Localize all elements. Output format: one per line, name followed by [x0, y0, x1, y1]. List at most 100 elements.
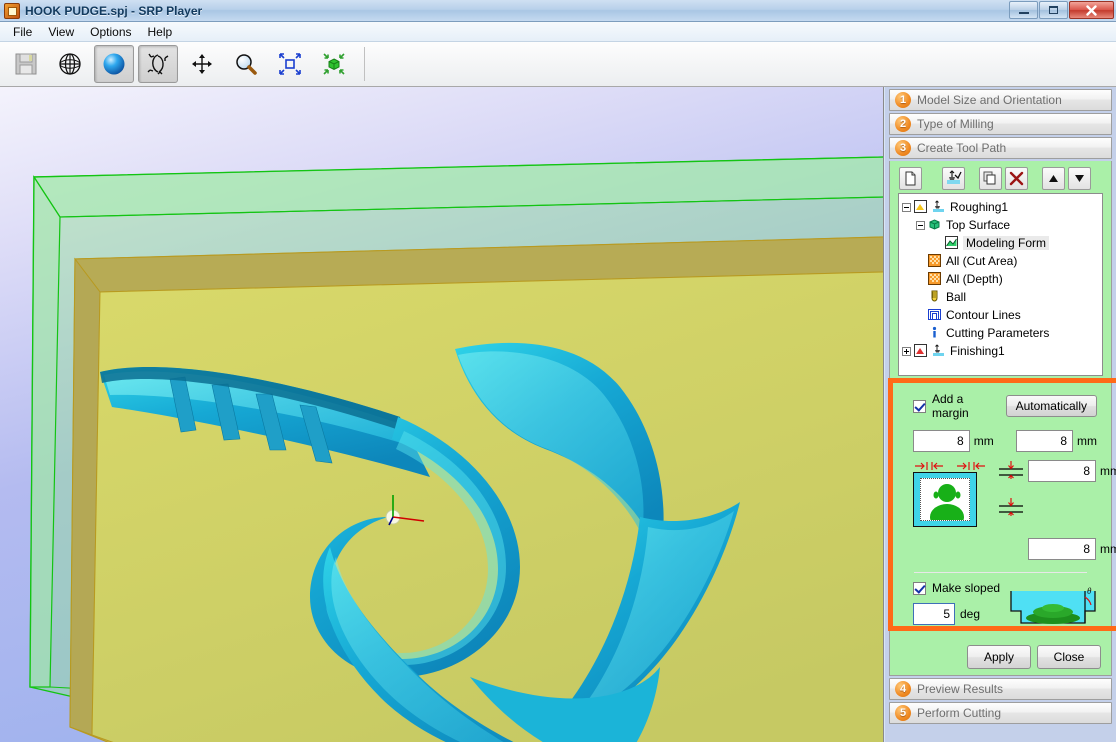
cube-icon	[928, 218, 942, 232]
margin-preview-column	[913, 460, 995, 527]
generate-toolpath-button[interactable]	[942, 166, 965, 190]
margin-preview-area: 8 mm 8 mm	[913, 460, 1116, 560]
delete-button[interactable]	[1005, 166, 1028, 190]
automatically-button[interactable]: Automatically	[1005, 395, 1097, 417]
step-number-2: 2	[895, 116, 911, 132]
vertical-margin-braces	[999, 460, 1025, 517]
duplicate-button[interactable]	[979, 166, 1002, 190]
app-icon	[4, 2, 20, 19]
step-perform-cutting[interactable]: 5 Perform Cutting	[889, 702, 1112, 724]
step-number-1: 1	[895, 92, 911, 108]
toolbar-separator	[364, 47, 365, 81]
expander-minus-icon[interactable]	[902, 202, 911, 212]
expander-minus-icon[interactable]	[916, 220, 925, 230]
margin-arrow-indicators	[913, 460, 995, 472]
shaded-view-button[interactable]	[94, 45, 134, 83]
wizard-panel: 1 Model Size and Orientation 2 Type of M…	[885, 87, 1116, 742]
tree-item-ball[interactable]: Ball	[902, 288, 1102, 306]
wireframe-view-button[interactable]	[50, 45, 90, 83]
make-sloped-row: Make sloped	[913, 581, 1009, 595]
action-buttons: Apply Close	[890, 645, 1101, 669]
pan-tool-button[interactable]	[182, 45, 222, 83]
contour-lines-icon	[928, 308, 942, 322]
step-create-tool-path[interactable]: 3 Create Tool Path	[889, 137, 1112, 159]
close-button-panel[interactable]: Close	[1037, 645, 1101, 669]
create-tool-path-body: Roughing1 Top Surface Modeling Form All …	[888, 161, 1116, 676]
add-margin-checkbox[interactable]	[913, 399, 926, 413]
step-number-3: 3	[895, 140, 911, 156]
section-divider	[914, 572, 1087, 573]
preview-inner	[920, 478, 970, 521]
horizontal-margin-fields: 8 mm 8 mm	[913, 430, 1097, 452]
tree-label: Top Surface	[946, 218, 1011, 232]
tree-item-cutting-parameters[interactable]: Cutting Parameters	[902, 324, 1102, 342]
margin-bottom-row: 8 mm	[1028, 538, 1116, 560]
margin-top-unit: mm	[1100, 464, 1116, 478]
tree-label: Roughing1	[950, 200, 1009, 214]
title-bar: HOOK PUDGE.spj - SRP Player	[0, 0, 1116, 22]
slope-angle-input[interactable]: 5	[913, 603, 955, 625]
tree-item-roughing1[interactable]: Roughing1	[902, 198, 1102, 216]
menu-help[interactable]: Help	[140, 23, 181, 41]
tree-label: Cutting Parameters	[946, 326, 1050, 340]
menu-view[interactable]: View	[40, 23, 82, 41]
make-sloped-checkbox[interactable]	[913, 581, 926, 595]
tree-item-contour-lines[interactable]: Contour Lines	[902, 306, 1102, 324]
step-label-3: Create Tool Path	[917, 141, 1007, 155]
margin-left-unit: mm	[973, 434, 994, 448]
tree-item-all-cut-area[interactable]: All (Cut Area)	[902, 252, 1102, 270]
window-title: HOOK PUDGE.spj - SRP Player	[25, 3, 203, 18]
tree-item-top-surface[interactable]: Top Surface	[902, 216, 1102, 234]
tool-path-tree[interactable]: Roughing1 Top Surface Modeling Form All …	[898, 193, 1103, 376]
step-preview-results[interactable]: 4 Preview Results	[889, 678, 1112, 700]
step-label-2: Type of Milling	[917, 117, 994, 131]
step-label-4: Preview Results	[917, 682, 1004, 696]
milling-op-icon	[932, 200, 946, 214]
tree-item-finishing1[interactable]: Finishing1	[902, 342, 1102, 360]
margin-bottom-unit: mm	[1100, 542, 1116, 556]
maximize-button[interactable]	[1039, 1, 1068, 19]
new-toolpath-button[interactable]	[899, 166, 922, 190]
margin-left-input[interactable]: 8	[913, 430, 970, 452]
save-button[interactable]	[6, 45, 46, 83]
top-margin-brace	[999, 461, 1023, 479]
tree-label-selected: Modeling Form	[963, 236, 1050, 250]
add-margin-row: Add a margin Automatically	[913, 392, 1097, 420]
vertical-margin-fields: 8 mm 8 mm	[1028, 460, 1116, 560]
margin-right-input[interactable]: 8	[1016, 430, 1073, 452]
3d-model-viewport[interactable]	[0, 87, 884, 742]
margin-right-unit: mm	[1077, 434, 1097, 448]
zoom-tool-button[interactable]	[226, 45, 266, 83]
step-model-size-and-orientation[interactable]: 1 Model Size and Orientation	[889, 89, 1112, 111]
tree-item-modeling-form[interactable]: Modeling Form	[902, 234, 1102, 252]
step-label-1: Model Size and Orientation	[917, 93, 1062, 107]
modeling-form-icon	[945, 236, 959, 250]
margin-bottom-input[interactable]: 8	[1028, 538, 1096, 560]
step-number-4: 4	[895, 681, 911, 697]
reset-view-button[interactable]	[314, 45, 354, 83]
step-label-5: Perform Cutting	[917, 706, 1002, 720]
tree-toolbar	[890, 165, 1111, 191]
close-button[interactable]	[1069, 1, 1114, 19]
fit-to-window-button[interactable]	[270, 45, 310, 83]
move-down-button[interactable]	[1068, 166, 1091, 190]
depth-icon	[928, 272, 942, 286]
margin-top-input[interactable]: 8	[1028, 460, 1096, 482]
add-margin-label: Add a margin	[932, 392, 969, 420]
move-up-button[interactable]	[1042, 166, 1065, 190]
tree-item-all-depth[interactable]: All (Depth)	[902, 270, 1102, 288]
menu-file[interactable]: File	[5, 23, 40, 41]
menu-options[interactable]: Options	[82, 23, 139, 41]
finishing-icon	[914, 344, 928, 358]
rotate-tool-button[interactable]	[138, 45, 178, 83]
ball-tool-icon	[928, 290, 942, 304]
tree-label: Ball	[946, 290, 967, 304]
roughing-icon	[914, 200, 928, 214]
tree-label: Contour Lines	[946, 308, 1021, 322]
expander-plus-icon[interactable]	[902, 346, 911, 356]
minimize-button[interactable]	[1009, 1, 1038, 19]
step-type-of-milling[interactable]: 2 Type of Milling	[889, 113, 1112, 135]
make-sloped-section: Make sloped 5 deg θ	[904, 581, 1097, 629]
margin-top-row: 8 mm	[1028, 460, 1116, 482]
apply-button[interactable]: Apply	[967, 645, 1031, 669]
